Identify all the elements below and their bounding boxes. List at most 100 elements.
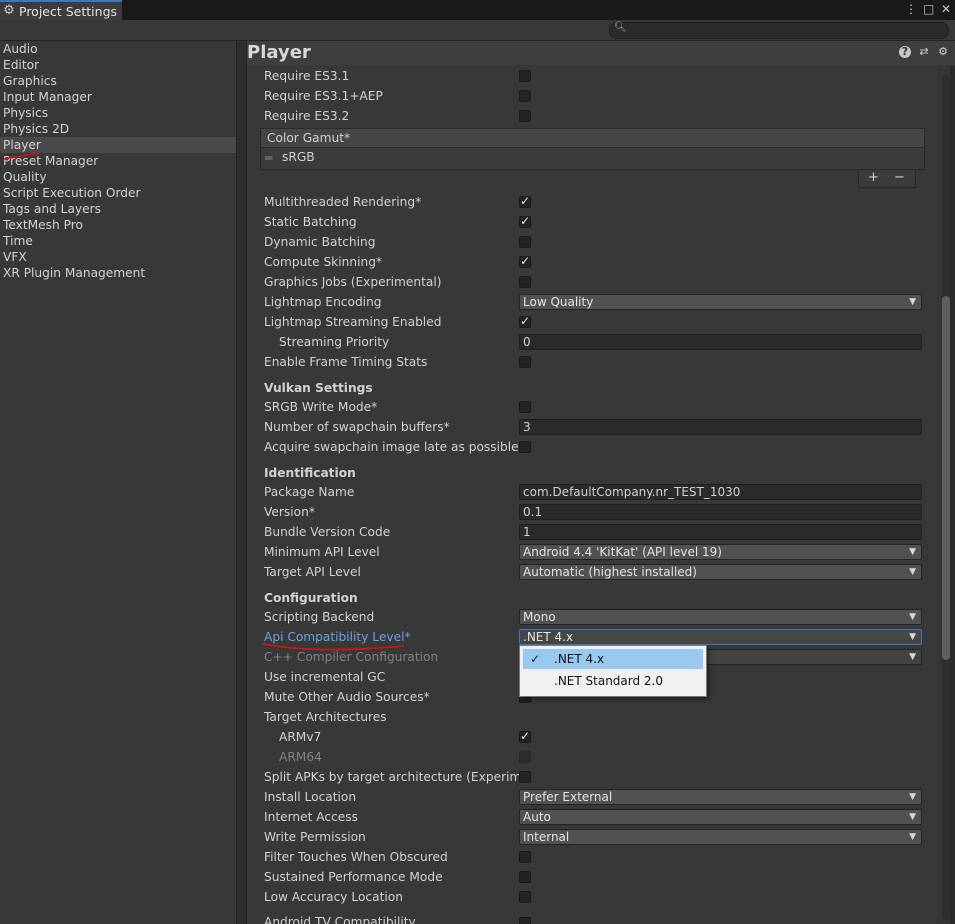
swapchain-buffers-field[interactable]: 3 <box>519 419 922 435</box>
sustained-performance-label: Sustained Performance Mode <box>264 870 443 884</box>
dropdown-arrow-icon: ▼ <box>909 297 916 307</box>
color-gamut-list-footer: + − <box>858 170 916 188</box>
require-es31-checkbox[interactable] <box>519 70 531 82</box>
api-compatibility-popup: ✓ .NET 4.x .NET Standard 2.0 <box>519 645 707 697</box>
sidebar-item-xr-plugin-management[interactable]: XR Plugin Management <box>0 265 236 281</box>
sidebar-item-graphics[interactable]: Graphics <box>0 73 236 89</box>
tab-title: Project Settings <box>19 3 118 19</box>
low-accuracy-location-checkbox[interactable] <box>519 891 531 903</box>
frame-timing-checkbox[interactable] <box>519 356 531 368</box>
background-window-edge <box>950 66 955 924</box>
sidebar-item-vfx[interactable]: VFX <box>0 249 236 265</box>
color-gamut-item[interactable]: sRGB <box>282 150 315 164</box>
more-vert-icon[interactable]: ⋮ <box>905 2 917 16</box>
sustained-performance-checkbox[interactable] <box>519 871 531 883</box>
sidebar-item-script-execution-order[interactable]: Script Execution Order <box>0 185 236 201</box>
package-name-field[interactable]: com.DefaultCompany.nr_TEST_1030 <box>519 484 922 500</box>
require-es32-checkbox[interactable] <box>519 110 531 122</box>
api-compatibility-level-label: Api Compatibility Level* <box>264 630 411 644</box>
compute-skinning-checkbox[interactable] <box>519 254 531 268</box>
lightmap-streaming-label: Lightmap Streaming Enabled <box>264 315 442 329</box>
static-batching-checkbox[interactable] <box>519 214 531 228</box>
popup-option-net-standard-20[interactable]: .NET Standard 2.0 <box>523 671 703 691</box>
internet-access-dropdown[interactable]: Auto ▼ <box>519 809 922 825</box>
panel-splitter[interactable] <box>236 41 247 924</box>
search-row: 🔍︎ <box>0 20 955 41</box>
maximize-icon[interactable]: □ <box>923 2 934 16</box>
sidebar-item-physics-2d[interactable]: Physics 2D <box>0 121 236 137</box>
sidebar-item-tags-and-layers[interactable]: Tags and Layers <box>0 201 236 217</box>
api-compatibility-level-value: .NET 4.x <box>523 630 574 644</box>
dropdown-arrow-icon: ▼ <box>909 652 916 662</box>
srgb-write-mode-label: SRGB Write Mode* <box>264 400 378 414</box>
split-apks-checkbox[interactable] <box>519 771 531 783</box>
require-es32-label: Require ES3.2 <box>264 109 350 123</box>
scripting-backend-dropdown[interactable]: Mono ▼ <box>519 609 922 625</box>
version-label: Version* <box>264 505 315 519</box>
player-settings-content: Require ES3.1 Require ES3.1+AEP Require … <box>247 66 937 924</box>
color-gamut-list[interactable]: ═ sRGB <box>260 148 925 170</box>
bundle-version-code-label: Bundle Version Code <box>264 525 391 539</box>
write-permission-dropdown[interactable]: Internal ▼ <box>519 829 922 845</box>
dropdown-arrow-icon: ▼ <box>909 547 916 557</box>
drag-handle-icon[interactable]: ═ <box>265 151 272 165</box>
lightmap-encoding-dropdown[interactable]: Low Quality ▼ <box>519 294 922 310</box>
minimum-api-level-value: Android 4.4 'KitKat' (API level 19) <box>523 545 722 559</box>
target-api-level-dropdown[interactable]: Automatic (highest installed) ▼ <box>519 564 922 580</box>
sidebar-item-player[interactable]: Player <box>0 137 236 153</box>
sidebar-item-preset-manager[interactable]: Preset Manager <box>0 153 236 169</box>
lightmap-streaming-checkbox[interactable] <box>519 314 531 328</box>
sidebar-item-physics[interactable]: Physics <box>0 105 236 121</box>
android-tv-checkbox[interactable] <box>519 917 531 924</box>
streaming-priority-field[interactable]: 0 <box>519 334 922 350</box>
help-icon[interactable]: ? <box>899 46 911 58</box>
graphics-jobs-label: Graphics Jobs (Experimental) <box>264 275 442 289</box>
swapchain-buffers-label: Number of swapchain buffers* <box>264 420 450 434</box>
sidebar-item-textmesh-pro[interactable]: TextMesh Pro <box>0 217 236 233</box>
page-title: Player <box>247 42 311 63</box>
multithreaded-rendering-checkbox[interactable] <box>519 194 531 208</box>
sidebar-item-input-manager[interactable]: Input Manager <box>0 89 236 105</box>
remove-item-button[interactable]: − <box>894 170 905 185</box>
sidebar-item-quality[interactable]: Quality <box>0 169 236 185</box>
popup-option-net4x[interactable]: ✓ .NET 4.x <box>523 649 703 669</box>
settings-gear-icon[interactable]: ⚙ <box>937 46 949 58</box>
sidebar-item-audio[interactable]: Audio <box>0 41 236 57</box>
scripting-backend-label: Scripting Backend <box>264 610 375 624</box>
title-bar: ⚙ Project Settings ⋮ □ ✕ <box>0 0 955 20</box>
api-compatibility-level-dropdown[interactable]: .NET 4.x ▼ <box>519 629 922 645</box>
search-input[interactable]: 🔍︎ <box>609 22 949 39</box>
dynamic-batching-checkbox[interactable] <box>519 236 531 248</box>
install-location-value: Prefer External <box>523 790 613 804</box>
configuration-heading: Configuration <box>264 591 358 605</box>
project-settings-tab[interactable]: ⚙ Project Settings <box>0 0 122 20</box>
internet-access-label: Internet Access <box>264 810 358 824</box>
write-permission-label: Write Permission <box>264 830 366 844</box>
bundle-version-code-field[interactable]: 1 <box>519 524 922 540</box>
color-gamut-list-header[interactable]: Color Gamut* <box>260 128 925 148</box>
preset-sliders-icon[interactable]: ⇄ <box>918 46 930 58</box>
sidebar-item-time[interactable]: Time <box>0 233 236 249</box>
minimum-api-level-dropdown[interactable]: Android 4.4 'KitKat' (API level 19) ▼ <box>519 544 922 560</box>
require-es31-label: Require ES3.1 <box>264 69 350 83</box>
version-field[interactable]: 0.1 <box>519 504 922 520</box>
search-icon: 🔍︎ <box>614 22 627 33</box>
require-es31-aep-checkbox[interactable] <box>519 90 531 102</box>
checkmark-icon: ✓ <box>530 652 541 666</box>
close-icon[interactable]: ✕ <box>941 2 951 16</box>
lightmap-encoding-value: Low Quality <box>523 295 594 309</box>
armv7-checkbox[interactable] <box>519 729 531 743</box>
graphics-jobs-checkbox[interactable] <box>519 276 531 288</box>
arm64-label: ARM64 <box>279 750 322 764</box>
srgb-write-mode-checkbox[interactable] <box>519 401 531 413</box>
acquire-swapchain-late-checkbox[interactable] <box>519 441 531 453</box>
install-location-dropdown[interactable]: Prefer External ▼ <box>519 789 922 805</box>
filter-touches-checkbox[interactable] <box>519 851 531 863</box>
dropdown-arrow-icon: ▼ <box>909 612 916 622</box>
mute-audio-label: Mute Other Audio Sources* <box>264 690 430 704</box>
sidebar-item-editor[interactable]: Editor <box>0 57 236 73</box>
settings-sidebar: Audio Editor Graphics Input Manager Phys… <box>0 41 236 924</box>
add-item-button[interactable]: + <box>868 170 879 185</box>
package-name-label: Package Name <box>264 485 355 499</box>
vertical-scrollbar-thumb[interactable] <box>942 296 950 660</box>
